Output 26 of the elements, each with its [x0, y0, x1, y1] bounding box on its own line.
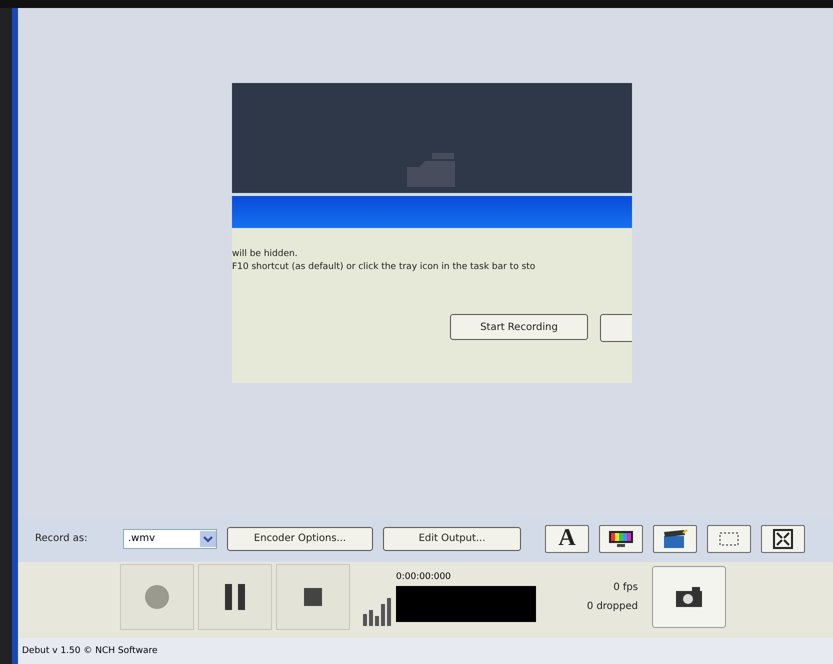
level-meter-icon	[362, 596, 392, 626]
dialog-text: will be hidden.	[232, 248, 299, 261]
elapsed-time: 0:00:00:000	[396, 572, 452, 582]
toolbar-button[interactable]: Encoder Options...	[227, 526, 373, 550]
status-text: Debut v 1.50 © NCH Software	[22, 646, 158, 656]
fullscreen-icon	[773, 528, 793, 548]
record-as-label: Record as:	[35, 533, 88, 544]
clapperboard-button[interactable]	[653, 524, 697, 552]
monitor-icon	[607, 530, 635, 548]
text-tool-button[interactable]: A	[545, 524, 589, 552]
camera-icon	[674, 585, 704, 609]
fps-readout: 0 fps	[613, 582, 638, 593]
toolbar-button[interactable]: Edit Output...	[383, 526, 521, 550]
format-dropdown[interactable]: .wmv	[123, 528, 217, 548]
dialog-text: F10 shortcut (as default) or click the tray icon in the task bar to sto	[232, 261, 536, 274]
color-bars-button[interactable]	[599, 524, 643, 552]
snapshot-button[interactable]	[652, 566, 726, 628]
dropped-frames-readout: 0 dropped	[586, 601, 638, 612]
pause-button[interactable]	[198, 564, 272, 630]
clapperboard-icon	[661, 528, 689, 548]
record-icon	[142, 582, 172, 612]
fullscreen-button[interactable]	[761, 524, 805, 552]
start-recording-button[interactable]: Start Recording	[450, 314, 588, 340]
stop-button[interactable]	[276, 564, 350, 630]
dashed-rectangle-icon	[717, 530, 741, 548]
select-region-button[interactable]	[707, 524, 751, 552]
